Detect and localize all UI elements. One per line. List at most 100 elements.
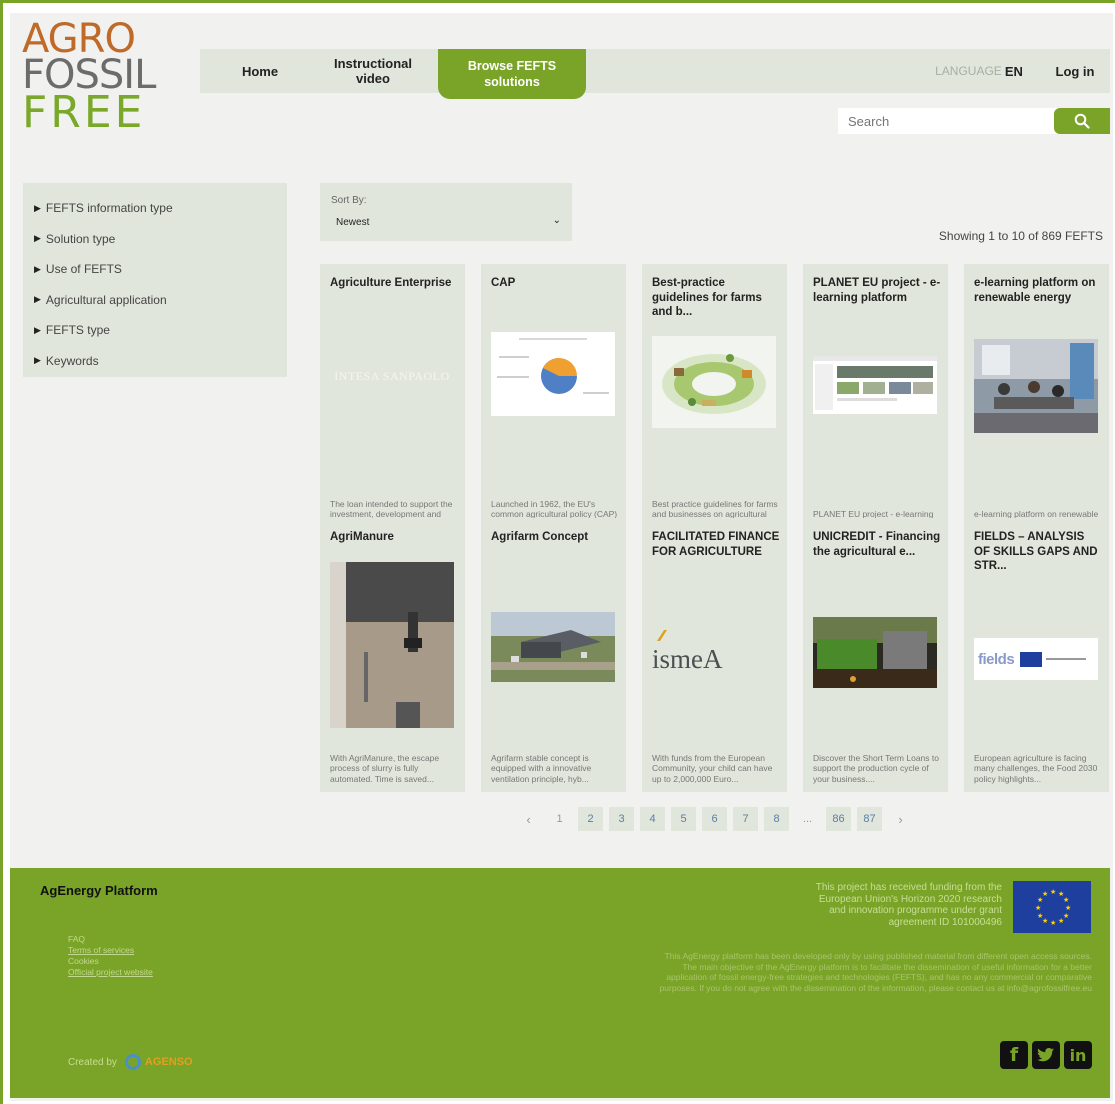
logo-line-free: FREE — [22, 87, 146, 138]
twitter-icon[interactable] — [1032, 1041, 1060, 1069]
expand-triangle-icon: ▶ — [34, 355, 41, 366]
filter-label: FEFTS information type — [45, 201, 173, 216]
search-bar — [838, 108, 1110, 134]
card-description: With funds from the European Community, … — [652, 752, 773, 784]
farm-aerial-photo — [491, 612, 615, 682]
meeting-room-photo — [974, 339, 1098, 433]
sort-label: Sort By: — [331, 195, 367, 206]
solution-card[interactable]: Best-practice guidelines for farms and b… — [642, 264, 787, 538]
svg-text:★: ★ — [1037, 912, 1043, 920]
page-6-button[interactable]: 6 — [702, 807, 727, 831]
search-button[interactable] — [1054, 108, 1110, 134]
card-title: PLANET EU project - e-learning platform — [813, 277, 941, 304]
language-selector[interactable]: LANGUAGE EN — [924, 49, 1034, 93]
login-link[interactable]: Log in — [1040, 49, 1110, 93]
solution-card[interactable]: CAP Launched in 1962, the EU's common ag… — [481, 264, 626, 538]
filter-agricultural-application[interactable]: ▶ Agricultural application — [23, 285, 287, 316]
filter-fefts-information-type[interactable]: ▶ FEFTS information type — [23, 193, 287, 224]
filter-fefts-type[interactable]: ▶ FEFTS type — [23, 315, 287, 346]
card-image-intesa-sanpaolo-logo: INTESA SANPAOLO — [330, 336, 454, 416]
page-86-button[interactable]: 86 — [826, 807, 851, 831]
card-title: Agrifarm Concept — [491, 531, 589, 543]
expand-triangle-icon: ▶ — [34, 324, 41, 335]
fields-logo-text: fields — [978, 650, 1015, 668]
footer-link-terms[interactable]: Terms of services — [68, 945, 153, 956]
nav-video-line2: video — [356, 71, 390, 86]
solution-card[interactable]: UNICREDIT - Financing the agricultural e… — [803, 518, 948, 792]
page-5-button[interactable]: 5 — [671, 807, 696, 831]
card-image-website-screenshot — [813, 356, 937, 414]
prev-page-button[interactable]: ‹ — [516, 807, 541, 831]
intesa-logo-text: INTESA SANPAOLO — [334, 368, 450, 383]
pagination: ‹ 1 2 3 4 5 6 7 8 ... 86 87 › — [516, 807, 919, 831]
solution-card[interactable]: FACILITATED FINANCE FOR AGRICULTURE ⁄⁄⁄ … — [642, 518, 787, 792]
site-logo[interactable]: AGRO FOSSIL FREE — [22, 19, 162, 138]
svg-text:★: ★ — [1063, 896, 1069, 904]
seedling-photo — [813, 617, 937, 688]
twitter-bird-glyph — [1037, 1048, 1054, 1062]
page-7-button[interactable]: 7 — [733, 807, 758, 831]
filter-keywords[interactable]: ▶ Keywords — [23, 346, 287, 377]
filter-label: Keywords — [45, 353, 99, 368]
eu-stars-icon: ★ ★★ ★★★ ★★★ ★★★ — [1035, 888, 1071, 927]
agenso-logo-icon — [124, 1054, 141, 1070]
svg-text:★: ★ — [1050, 919, 1056, 927]
solution-card[interactable]: Agriculture Enterprise INTESA SANPAOLO T… — [320, 264, 465, 538]
solution-card[interactable]: PLANET EU project - e-learning platform … — [803, 264, 948, 538]
filter-use-of-fefts[interactable]: ▶ Use of FEFTS — [23, 254, 287, 285]
page-2-button[interactable]: 2 — [578, 807, 603, 831]
card-image-manure-device — [330, 562, 454, 728]
footer-link-faq[interactable]: FAQ — [68, 934, 153, 945]
svg-text:★: ★ — [1050, 888, 1056, 896]
svg-text:★: ★ — [1065, 904, 1071, 912]
linkedin-icon[interactable]: in — [1064, 1041, 1092, 1069]
main-nav: Home Instructional video Browse FEFTS solu… — [200, 49, 1110, 99]
svg-text:★: ★ — [1058, 917, 1064, 925]
filter-label: Agricultural application — [45, 292, 167, 307]
nav-browse-fefts[interactable]: Browse FEFTS solutions — [438, 49, 586, 99]
page-1-button[interactable]: 1 — [547, 807, 572, 831]
language-label: LANGUAGE — [935, 64, 1002, 78]
solution-card[interactable]: AgriManure With AgriManure, the escape p… — [320, 518, 465, 792]
card-title: FACILITATED FINANCE FOR AGRICULTURE — [652, 531, 780, 558]
footer-link-cookies[interactable]: Cookies — [68, 956, 153, 967]
solution-card[interactable]: FIELDS – ANALYSIS OF SKILLS GAPS AND STR… — [964, 518, 1109, 792]
page-87-button[interactable]: 87 — [857, 807, 882, 831]
card-title: e-learning platform on renewable energy — [974, 277, 1096, 304]
solution-card[interactable]: Agrifarm Concept Agrifarm stable concept… — [481, 518, 626, 792]
expand-triangle-icon: ▶ — [34, 233, 41, 244]
page-4-button[interactable]: 4 — [640, 807, 665, 831]
filter-label: Solution type — [45, 231, 116, 246]
nav-instructional-video[interactable]: Instructional video — [320, 49, 426, 93]
card-title: CAP — [491, 277, 516, 289]
card-title: UNICREDIT - Financing the agricultural e… — [813, 531, 941, 558]
filter-sidebar: ▶ FEFTS information type ▶ Solution type ▶… — [23, 183, 287, 377]
agenso-logo-text[interactable]: AGENSO — [145, 1056, 193, 1068]
website-screenshot-thumbnail — [813, 356, 937, 414]
card-image-circular-farm — [652, 336, 776, 428]
manure-device-photo — [330, 562, 454, 728]
nav-home[interactable]: Home — [200, 49, 320, 93]
svg-text:★: ★ — [1035, 904, 1041, 912]
card-image-fields-eu-logo: fields — [974, 638, 1098, 680]
funding-caption-mark — [1046, 658, 1087, 660]
footer-disclaimer: This AgEnergy platform has been develope… — [659, 951, 1092, 993]
next-page-button[interactable]: › — [888, 807, 913, 831]
search-input[interactable] — [838, 108, 1058, 134]
page-8-button[interactable]: 8 — [764, 807, 789, 831]
card-description: Discover the Short Term Loans to support… — [813, 752, 939, 784]
site-footer: AgEnergy Platform FAQ Terms of services … — [10, 868, 1110, 1098]
page-3-button[interactable]: 3 — [609, 807, 634, 831]
card-image-ismea-logo: ⁄⁄⁄ ismeA — [652, 624, 776, 680]
eu-flag-icon — [1020, 651, 1043, 667]
filter-solution-type[interactable]: ▶ Solution type — [23, 224, 287, 255]
sort-select[interactable]: Newest ⌄ — [331, 213, 563, 233]
social-links: f in — [1000, 1041, 1092, 1069]
solution-card[interactable]: e-learning platform on renewable energy … — [964, 264, 1109, 538]
expand-triangle-icon: ▶ — [34, 202, 41, 213]
filter-label: Use of FEFTS — [45, 262, 122, 277]
footer-link-project-website[interactable]: Official project website — [68, 967, 153, 978]
expand-triangle-icon: ▶ — [34, 263, 41, 274]
card-title: AgriManure — [330, 531, 394, 543]
facebook-icon[interactable]: f — [1000, 1041, 1028, 1069]
